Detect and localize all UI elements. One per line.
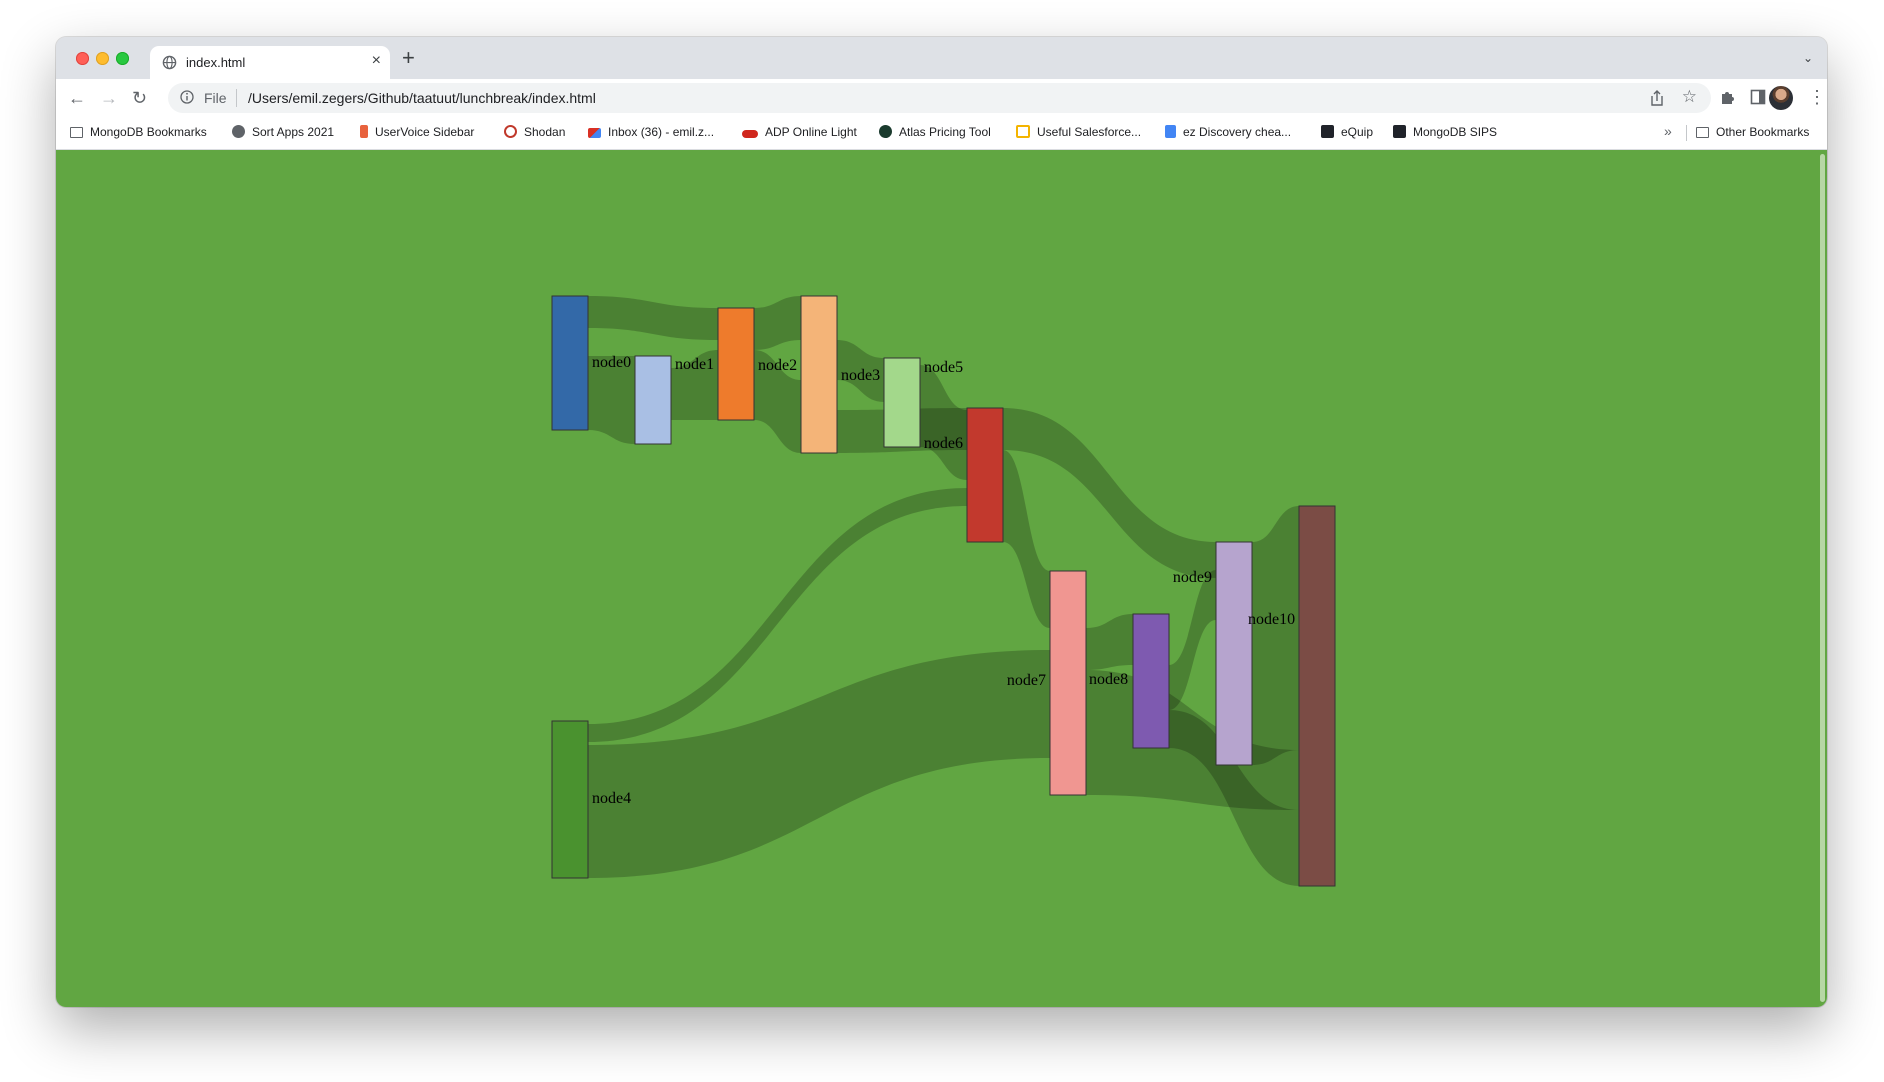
sankey-link-node8-node9 — [1169, 570, 1216, 710]
sankey-link-node6-node7 — [1003, 450, 1050, 628]
bookmark-item[interactable]: Inbox (36) - emil.z... — [588, 125, 714, 139]
sankey-label-node10: node10 — [1248, 611, 1295, 628]
adp-icon — [742, 130, 758, 138]
close-tab-icon[interactable]: × — [372, 52, 381, 70]
react-icon — [1321, 125, 1334, 138]
bookmarks-overflow-chevron-icon[interactable]: » — [1664, 123, 1672, 139]
sankey-node-node7[interactable] — [1049, 570, 1087, 796]
bookmark-item[interactable]: ez Discovery chea... — [1165, 125, 1291, 139]
sankey-node-node5[interactable] — [883, 357, 921, 448]
folder-icon — [70, 127, 83, 138]
bookmark-item[interactable]: MongoDB Bookmarks — [70, 125, 207, 139]
sankey-node-node10[interactable] — [1298, 505, 1336, 887]
url-text[interactable]: /Users/emil.zegers/Github/taatuut/lunchb… — [248, 90, 596, 106]
bookmark-item[interactable]: eQuip — [1321, 125, 1373, 139]
react-icon — [1393, 125, 1406, 138]
bookmark-star-icon[interactable]: ☆ — [1682, 87, 1697, 107]
bookmark-item[interactable]: ADP Online Light — [742, 125, 857, 139]
address-bar[interactable]: File /Users/emil.zegers/Github/taatuut/l… — [168, 83, 1711, 113]
globe-icon — [232, 125, 245, 138]
zoom-window-button[interactable] — [116, 52, 129, 65]
sankey-node-node8[interactable] — [1132, 613, 1170, 749]
new-tab-button[interactable]: + — [402, 46, 415, 70]
bookmark-item[interactable]: UserVoice Sidebar — [360, 125, 474, 139]
bookmarks-bar: MongoDB Bookmarks Sort Apps 2021 UserVoi… — [56, 117, 1827, 150]
reload-button[interactable]: ↻ — [132, 87, 147, 109]
bookmark-item[interactable]: Atlas Pricing Tool — [879, 125, 991, 139]
close-window-button[interactable] — [76, 52, 89, 65]
sankey-label-node9: node9 — [1173, 569, 1212, 586]
folder-icon — [1696, 127, 1709, 138]
tab-title: index.html — [186, 55, 246, 70]
toolbar: ← → ↻ File /Users/emil.zegers/Github/taa… — [56, 79, 1827, 117]
extensions-puzzle-icon[interactable] — [1719, 88, 1737, 106]
sankey-label-node7: node7 — [1007, 672, 1046, 689]
uservoice-icon — [360, 125, 368, 138]
forward-button[interactable]: → — [100, 87, 118, 109]
sankey-links — [588, 296, 1299, 886]
page-content: node0 node1 node2 node3 node4 node5 node6 node7… — [56, 150, 1827, 1007]
docs-icon — [1165, 125, 1176, 138]
side-panel-icon[interactable] — [1750, 88, 1766, 106]
bookmarks-divider — [1686, 125, 1687, 141]
shodan-icon — [504, 125, 517, 138]
sankey-label-node0: node0 — [592, 354, 631, 371]
sankey-node-node2[interactable] — [717, 307, 755, 421]
sankey-node-node4[interactable] — [551, 720, 589, 879]
sankey-link-node7-node8 — [1086, 614, 1133, 670]
sankey-node-node0[interactable] — [551, 295, 589, 431]
bookmark-item[interactable]: Useful Salesforce... — [1016, 125, 1141, 139]
bookmark-item[interactable]: Shodan — [504, 125, 565, 139]
sankey-node-node9[interactable] — [1215, 541, 1253, 766]
share-icon[interactable] — [1649, 89, 1665, 107]
sankey-link-node4-node7 — [588, 650, 1050, 878]
file-scheme-label: File — [204, 90, 227, 106]
sankey-link-node2-node3 — [754, 296, 801, 350]
bookmark-item[interactable]: MongoDB SIPS — [1393, 125, 1497, 139]
sankey-node-node3[interactable] — [800, 295, 838, 454]
sankey-label-node8: node8 — [1089, 671, 1128, 688]
bookmark-item[interactable]: Sort Apps 2021 — [232, 125, 334, 139]
gmail-icon — [588, 128, 601, 138]
browser-menu-icon[interactable]: ⋮ — [1808, 87, 1826, 107]
sankey-chart: node0 node1 node2 node3 node4 node5 node6 node7… — [551, 295, 1336, 887]
browser-window: index.html × + ⌄ ← → ↻ File /Users/emil.… — [56, 37, 1827, 1007]
slides-icon — [1016, 125, 1030, 138]
sankey-label-node2: node2 — [758, 357, 797, 374]
sankey-label-node5: node5 — [924, 359, 963, 376]
mongodb-leaf-icon — [879, 125, 892, 138]
profile-avatar[interactable] — [1769, 86, 1793, 110]
tab-strip: index.html × + ⌄ — [56, 37, 1827, 79]
sankey-link-node9-node10 — [1252, 506, 1299, 765]
info-icon[interactable] — [180, 90, 194, 104]
globe-icon — [162, 55, 177, 70]
sankey-label-node3: node3 — [841, 367, 880, 384]
back-button[interactable]: ← — [68, 87, 86, 109]
tab-search-chevron-icon[interactable]: ⌄ — [1803, 51, 1813, 65]
minimize-window-button[interactable] — [96, 52, 109, 65]
vertical-scrollbar[interactable] — [1820, 154, 1825, 1002]
sankey-label-node6: node6 — [924, 435, 963, 452]
other-bookmarks[interactable]: Other Bookmarks — [1696, 125, 1809, 139]
sankey-label-node1: node1 — [675, 356, 714, 373]
sankey-label-node4: node4 — [592, 790, 631, 807]
sankey-node-node1[interactable] — [634, 355, 672, 445]
sankey-link-node0-node2 — [588, 296, 718, 340]
sankey-link-node5-node6 — [920, 365, 967, 480]
sankey-node-node6[interactable] — [966, 407, 1004, 543]
address-divider — [236, 89, 237, 107]
tab-index-html[interactable]: index.html × — [150, 46, 390, 79]
